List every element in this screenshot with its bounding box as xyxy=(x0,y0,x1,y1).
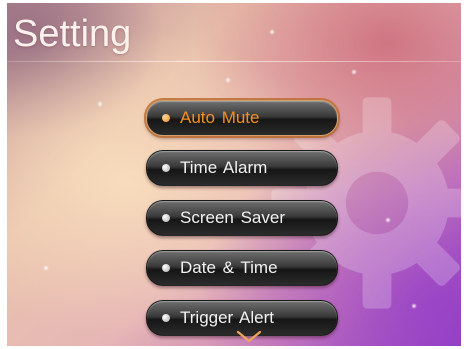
menu-item-auto-mute[interactable]: Auto Mute xyxy=(146,100,338,136)
title-divider xyxy=(7,61,461,62)
sparkle xyxy=(411,303,417,309)
chevron-down-icon[interactable] xyxy=(236,330,262,344)
menu-item-screen-saver[interactable]: Screen Saver xyxy=(146,200,338,236)
page-title: Setting xyxy=(13,13,132,55)
bullet-dot-icon xyxy=(162,164,170,172)
settings-menu: Auto Mute Time Alarm Screen Saver Date &… xyxy=(146,100,341,346)
sparkle xyxy=(385,217,391,223)
sparkle xyxy=(43,265,49,271)
menu-item-label: Time Alarm xyxy=(180,158,268,177)
menu-item-label: Date & Time xyxy=(180,258,278,277)
menu-item-label: Screen Saver xyxy=(180,208,285,227)
menu-item-date-time[interactable]: Date & Time xyxy=(146,250,338,286)
sparkle xyxy=(351,69,357,75)
menu-item-time-alarm[interactable]: Time Alarm xyxy=(146,150,338,186)
menu-item-label: Trigger Alert xyxy=(180,308,274,327)
bullet-dot-icon xyxy=(162,264,170,272)
sparkle xyxy=(97,101,103,107)
sparkle xyxy=(225,77,231,83)
bullet-dot-icon xyxy=(162,314,170,322)
menu-item-label: Auto Mute xyxy=(180,108,260,127)
bullet-dot-icon xyxy=(162,114,170,122)
sparkle xyxy=(269,29,275,35)
settings-screen: Setting Auto Mute Time Alarm Screen Save… xyxy=(7,3,461,346)
bullet-dot-icon xyxy=(162,214,170,222)
